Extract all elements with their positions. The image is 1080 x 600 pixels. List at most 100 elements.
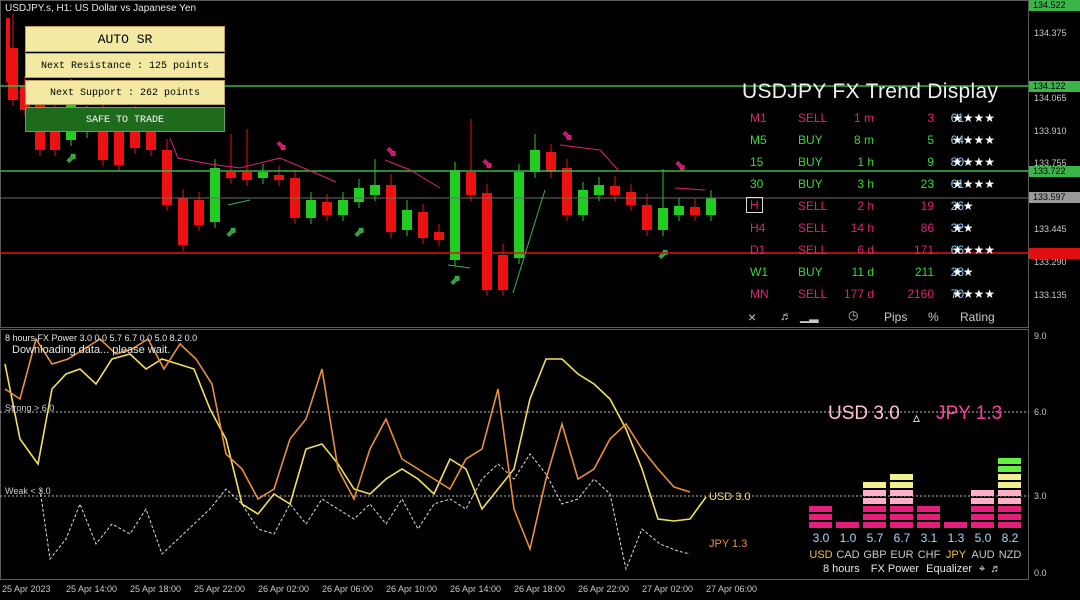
- sell-arrow-icon: ⇘: [482, 157, 493, 172]
- power-axis-label: 0.0: [1034, 568, 1047, 578]
- trend-rating: ★★★★: [952, 133, 996, 147]
- trend-display-title: USDJPY FX Trend Display: [742, 80, 999, 103]
- equalizer-segment: [998, 458, 1021, 464]
- equalizer-segment: [890, 498, 913, 504]
- equalizer-segment: [890, 514, 913, 520]
- trend-rating: ★★: [952, 199, 974, 213]
- trend-row[interactable]: H4 SELL 14 h 86 32 ★★: [742, 218, 1022, 238]
- clock-icon[interactable]: ◷: [848, 308, 858, 322]
- trend-duration: 3 h: [857, 177, 874, 191]
- candle-body: [386, 185, 396, 232]
- equalizer-value: 8.2: [1001, 531, 1019, 545]
- trend-timeframe: W1: [750, 265, 768, 279]
- equalizer-currency[interactable]: CHF: [916, 549, 942, 561]
- equalizer-value: 6.7: [893, 531, 911, 545]
- trend-row[interactable]: W1 BUY 11 d 211 28 ★★: [742, 262, 1022, 282]
- eq-hours[interactable]: 8 hours: [823, 563, 860, 575]
- trend-duration: 8 m: [853, 133, 874, 147]
- equalizer-currency[interactable]: USD: [808, 549, 834, 561]
- trend-row[interactable]: M5 BUY 8 m 5 64 ★★★★: [742, 130, 1022, 150]
- equalizer-currency[interactable]: CAD: [835, 549, 861, 561]
- equalizer-segment: [809, 514, 832, 520]
- equalizer-value: 1.3: [947, 531, 965, 545]
- trend-pips: 171: [913, 243, 934, 257]
- trend-row[interactable]: D1 SELL 6 d 171 66 ★★★★: [742, 240, 1022, 260]
- equalizer-segment: [890, 482, 913, 488]
- price-tag-mid: 133.722: [1029, 166, 1080, 177]
- price-tag-current: 133.597: [1029, 192, 1080, 203]
- candle-body: [258, 172, 268, 178]
- equalizer-segment: [971, 490, 994, 496]
- buy-arrow-icon: ⇗: [450, 273, 461, 288]
- trend-rating: ★★: [952, 221, 974, 235]
- equalizer-segment: [890, 474, 913, 480]
- time-label: 27 Apr 02:00: [642, 584, 694, 594]
- jpy-line-label: JPY 1.3: [709, 538, 748, 550]
- safe-to-trade-status: SAFE TO TRADE: [25, 107, 225, 132]
- pink-trend-line-4: [674, 187, 706, 191]
- equalizer-segment: [971, 522, 994, 528]
- equalizer-segment: [890, 506, 913, 512]
- candle-body: [562, 168, 572, 215]
- trend-signal: SELL: [798, 243, 828, 257]
- trend-row[interactable]: MN SELL 177 d 2160 70 ★★★★: [742, 284, 1022, 304]
- trend-duration: 2 h: [857, 199, 874, 213]
- time-label: 26 Apr 10:00: [386, 584, 438, 594]
- trend-rating: ★★★★: [952, 177, 996, 191]
- candle-body: [210, 168, 220, 222]
- trend-rating: ★★★★: [952, 155, 996, 169]
- eq-name: FX Power: [870, 563, 920, 575]
- trend-row[interactable]: 15 BUY 1 h 9 80 ★★★★: [742, 152, 1022, 172]
- buy-arrow-icon: ⇗: [66, 151, 77, 166]
- equalizer-value: 3.0: [812, 531, 830, 545]
- candle-body: [402, 210, 412, 230]
- equalizer-segment: [863, 506, 886, 512]
- pink-trend-line: [169, 137, 337, 183]
- equalizer-segment: [890, 490, 913, 496]
- trend-duration: 14 h: [850, 221, 874, 235]
- crosshair-icon[interactable]: ⌖: [979, 563, 985, 575]
- candle-body: [514, 172, 524, 258]
- candle-body: [178, 198, 188, 245]
- equalizer-segment: [998, 514, 1021, 520]
- trend-rating: ★★★★: [952, 243, 996, 257]
- auto-sr-title[interactable]: AUTO SR: [25, 26, 225, 52]
- music-note-icon[interactable]: ♬: [990, 563, 1001, 575]
- rating-header: Rating: [960, 310, 995, 324]
- equalizer-segment: [917, 522, 940, 528]
- trend-timeframe: D1: [750, 243, 766, 257]
- equalizer-value: 3.1: [920, 531, 938, 545]
- chart-icon[interactable]: ▁▂: [800, 309, 818, 323]
- candle-body: [466, 172, 476, 195]
- buy-arrow-icon: ⇗: [658, 247, 669, 262]
- buy-arrow-icon: ⇗: [354, 225, 365, 240]
- equalizer-segment: [971, 514, 994, 520]
- next-support-box: Next Support : 262 points: [25, 80, 225, 105]
- candle-body: [274, 175, 284, 180]
- trend-pips: 211: [914, 265, 934, 279]
- music-note-icon[interactable]: ♬: [780, 309, 792, 323]
- equalizer-value: 5.0: [974, 531, 992, 545]
- trend-timeframe: H: [746, 197, 763, 213]
- equalizer-currency[interactable]: JPY: [943, 549, 969, 561]
- price-tag-support: 133.338: [1029, 248, 1080, 259]
- trend-pips: 9: [927, 155, 934, 169]
- close-icon[interactable]: ×: [748, 309, 756, 325]
- trend-row[interactable]: 30 BUY 3 h 23 61 ★★★★: [742, 174, 1022, 194]
- equalizer-currency[interactable]: EUR: [889, 549, 915, 561]
- pips-header: Pips: [884, 310, 908, 324]
- equalizer-currency[interactable]: GBP: [862, 549, 888, 561]
- equalizer-segment: [944, 522, 967, 528]
- trend-signal: BUY: [798, 177, 823, 191]
- fx-power-header: 8 hours FX Power 3.0 0.0 5.7 6.7 0.0 5.0…: [5, 333, 198, 343]
- trend-pips: 5: [927, 133, 934, 147]
- equalizer-currency[interactable]: NZD: [997, 549, 1023, 561]
- trend-row[interactable]: H SELL 2 h 19 26 ★★: [742, 196, 1022, 216]
- trend-pips: 23: [920, 177, 934, 191]
- buy-arrow-icon: ⇗: [226, 225, 237, 240]
- time-label: 26 Apr 18:00: [514, 584, 566, 594]
- trend-row[interactable]: M1 SELL 1 m 3 61 ★★★★: [742, 108, 1022, 128]
- candle-body: [658, 208, 668, 230]
- equalizer-currency[interactable]: AUD: [970, 549, 996, 561]
- equalizer-segment: [863, 522, 886, 528]
